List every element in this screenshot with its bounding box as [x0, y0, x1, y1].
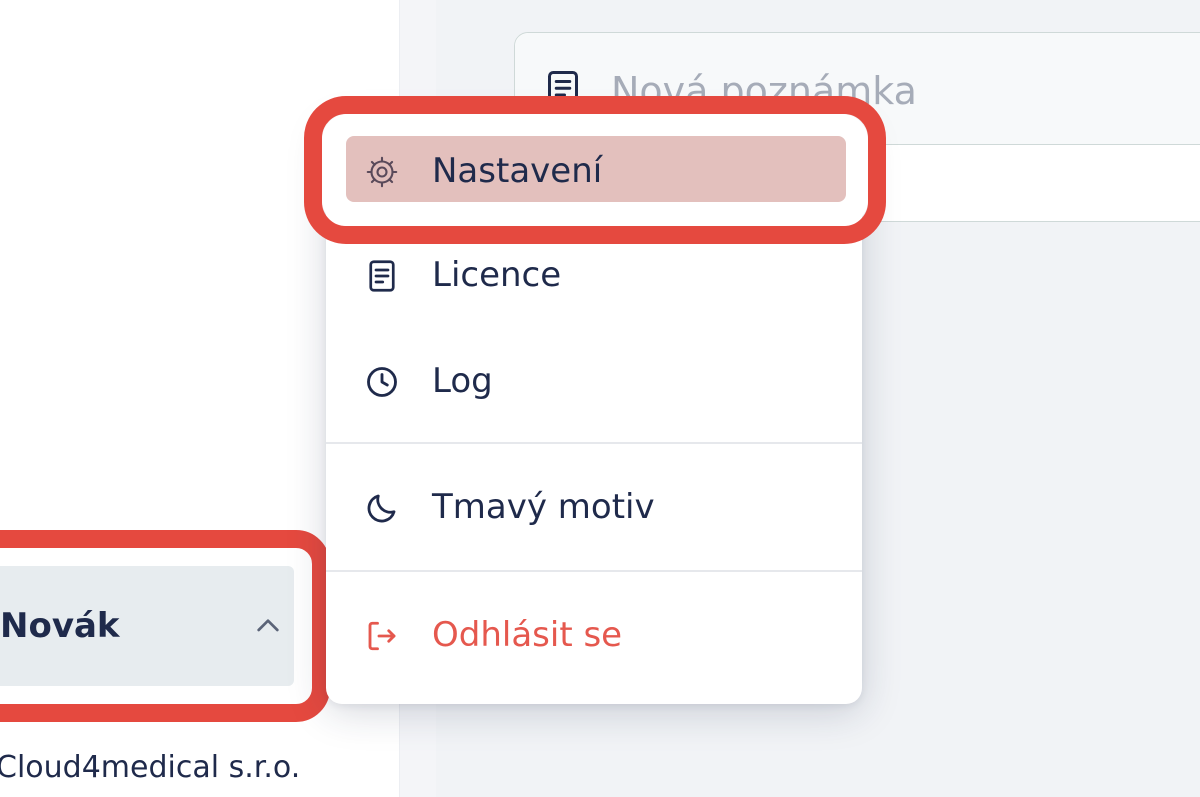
chevron-up-icon [257, 619, 279, 632]
menu-item-license[interactable]: Licence [326, 236, 862, 316]
menu-item-settings[interactable]: Nastavení [326, 132, 862, 212]
new-note-placeholder: Nová poznámka [611, 69, 917, 113]
menu-divider [326, 570, 862, 572]
menu-item-log[interactable]: Log [326, 342, 862, 422]
menu-item-label: Nastavení [432, 151, 603, 191]
clock-icon [367, 367, 397, 397]
document-icon [548, 71, 578, 107]
menu-item-label: Odhlásit se [432, 615, 623, 655]
menu-item-label: Tmavý motiv [432, 487, 655, 527]
menu-item-label: Log [432, 361, 493, 401]
gear-icon [366, 156, 398, 188]
menu-item-label: Licence [432, 255, 562, 295]
logout-icon [368, 621, 396, 651]
user-name: Novák [0, 606, 120, 646]
document-icon [369, 260, 395, 292]
menu-divider [326, 442, 862, 444]
menu-item-dark-theme[interactable]: Tmavý motiv [326, 468, 862, 548]
moon-icon [367, 494, 396, 523]
menu-item-logout[interactable]: Odhlásit se [326, 596, 862, 676]
user-dropdown-menu: Nastavení Licence Log Tmavý motiv Odhlás… [326, 120, 862, 704]
company-name: Cloud4medical s.r.o. [0, 750, 301, 785]
